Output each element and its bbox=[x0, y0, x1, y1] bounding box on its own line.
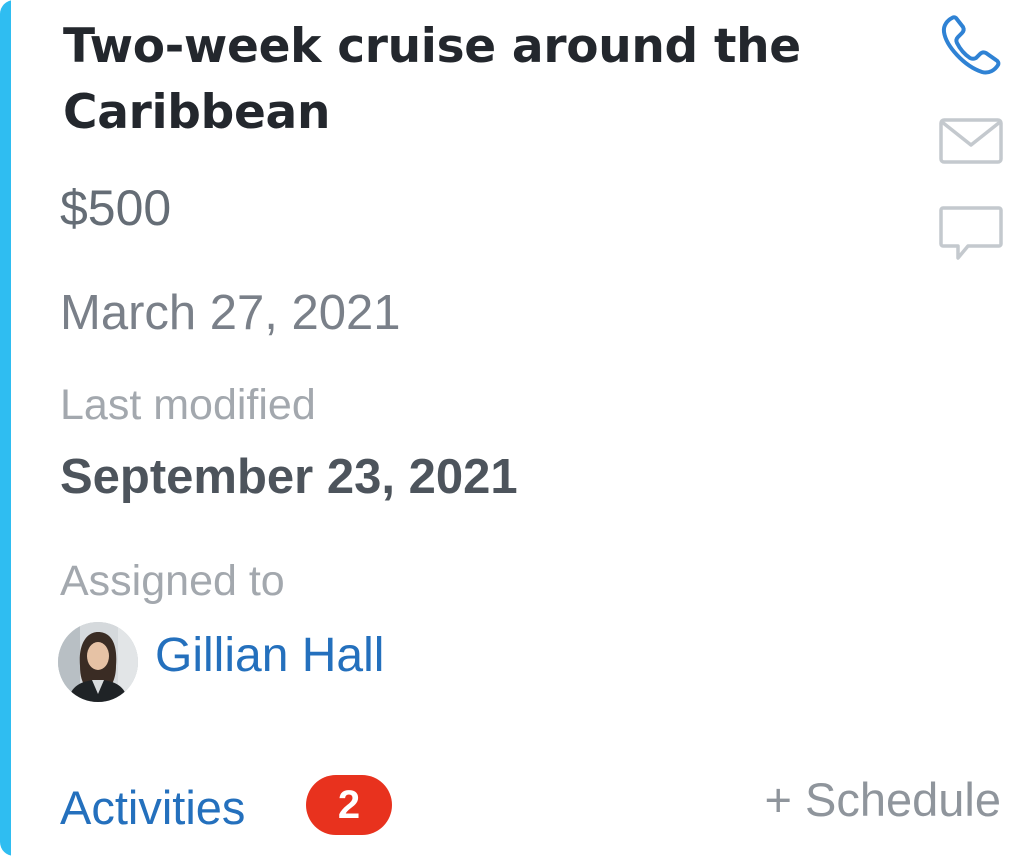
chat-bubble-icon bbox=[939, 206, 1003, 260]
schedule-button[interactable]: + Schedule bbox=[765, 770, 1002, 830]
phone-icon bbox=[941, 15, 1001, 75]
chat-button[interactable] bbox=[938, 198, 1004, 264]
deal-card: Two-week cruise around the Caribbean $50… bbox=[0, 0, 1025, 856]
assigned-to-label: Assigned to bbox=[60, 557, 285, 605]
mail-button[interactable] bbox=[938, 110, 1004, 176]
card-accent-bar bbox=[0, 0, 11, 856]
last-modified-label: Last modified bbox=[60, 381, 316, 429]
activities-link[interactable]: Activities bbox=[60, 778, 245, 838]
deal-amount: $500 bbox=[60, 180, 172, 236]
mail-icon bbox=[939, 118, 1003, 164]
deal-date: March 27, 2021 bbox=[60, 286, 401, 340]
phone-button[interactable] bbox=[938, 12, 1004, 78]
assignee-link[interactable]: Gillian Hall bbox=[155, 626, 384, 686]
deal-title: Two-week cruise around the Caribbean bbox=[63, 19, 801, 140]
last-modified-date: September 23, 2021 bbox=[60, 450, 518, 504]
activities-count-badge: 2 bbox=[306, 775, 392, 835]
avatar bbox=[58, 622, 138, 702]
